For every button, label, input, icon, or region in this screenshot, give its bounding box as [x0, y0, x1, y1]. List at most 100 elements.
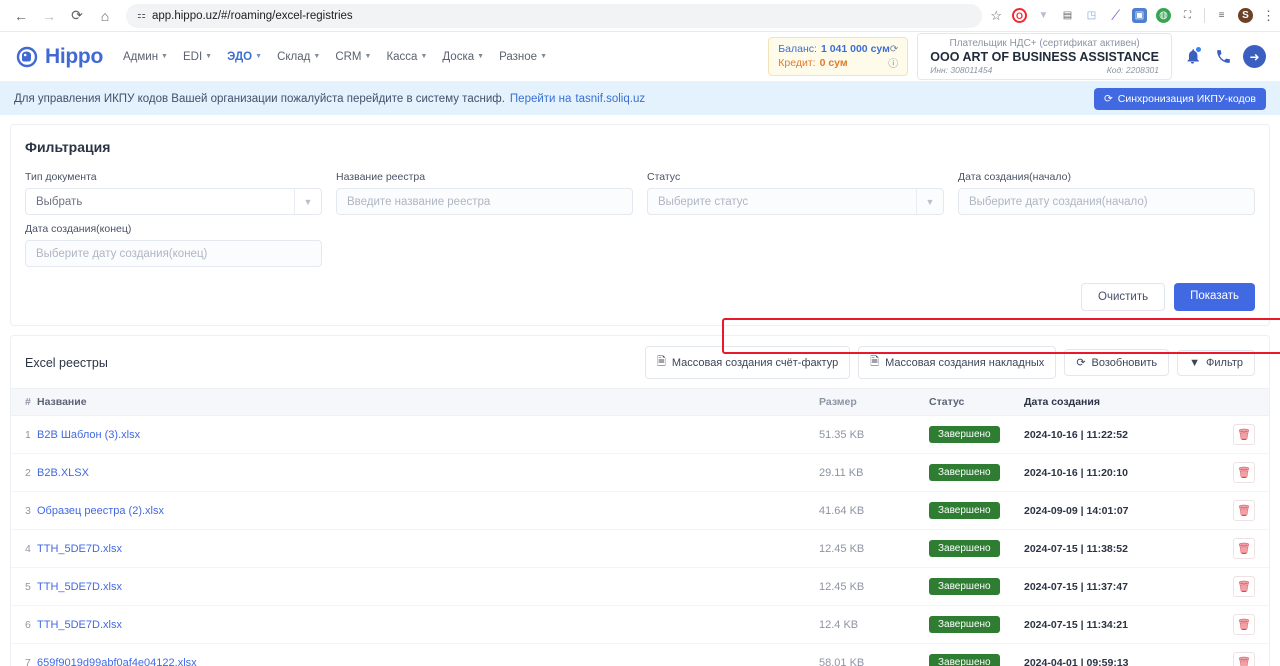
row-file-name[interactable]: TTH_5DE7D.xlsx: [37, 529, 819, 568]
status-badge: Завершено: [929, 540, 1000, 557]
show-button[interactable]: Показать: [1174, 283, 1255, 311]
image-icon[interactable]: ▤: [1060, 8, 1075, 23]
row-size: 12.45 KB: [819, 567, 929, 606]
puzzle-icon[interactable]: ⛶: [1180, 8, 1195, 23]
row-file-name[interactable]: B2B.XLSX: [37, 453, 819, 492]
row-date: 2024-07-15 | 11:37:47: [1024, 567, 1209, 606]
nav-item-sklad[interactable]: Склад ▼: [277, 51, 320, 63]
table-title: Excel реестры: [25, 355, 108, 370]
filter-label: Дата создания(конец): [25, 223, 132, 235]
filter-label: Дата создания(начало): [958, 171, 1071, 183]
bulk-create-invoices-button[interactable]: 🗎 Массовая создания счёт-фактур: [644, 346, 851, 379]
nav-item-doska[interactable]: Доска ▼: [442, 51, 484, 63]
nav-label: Админ: [122, 50, 159, 63]
nav-item-raznoe[interactable]: Разное ▼: [499, 51, 547, 63]
company-ids: Инн: 308011454 Код: 2208301: [930, 65, 1159, 75]
row-number: 7: [11, 643, 37, 666]
opera-icon[interactable]: O: [1012, 8, 1027, 23]
chevron-down-icon: ▼: [540, 53, 547, 60]
address-bar[interactable]: ⚏ app.hippo.uz/#/roaming/excel-registrie…: [126, 3, 983, 28]
filter-button[interactable]: ▼ Фильтр: [1177, 349, 1255, 376]
table-row[interactable]: 2 B2B.XLSX 29.11 KB Завершено 2024-10-16 | 1…: [11, 453, 1269, 492]
support-phone-icon[interactable]: [1212, 46, 1234, 68]
status-select[interactable]: Выберите статус ▼: [647, 188, 944, 215]
row-number: 6: [11, 605, 37, 644]
table-row[interactable]: 1 B2B Шаблон (3).xlsx 51.35 KB Завершено 202…: [11, 415, 1269, 454]
table-row[interactable]: 6 TTH_5DE7D.xlsx 12.4 KB Завершено 2024-07-1…: [11, 605, 1269, 644]
delete-row-button[interactable]: 🗑: [1233, 462, 1255, 483]
note-icon[interactable]: ◳: [1084, 8, 1099, 23]
reading-list-icon[interactable]: ≡: [1214, 8, 1229, 23]
nav-item-edi[interactable]: EDI ▼: [183, 51, 212, 63]
logout-button[interactable]: ➜: [1243, 45, 1266, 68]
col-size: Размер: [819, 388, 929, 416]
registry-name-input[interactable]: Введите название реестра: [336, 188, 633, 215]
row-file-name[interactable]: B2B Шаблон (3).xlsx: [37, 415, 819, 454]
button-label: Фильтр: [1206, 356, 1243, 369]
delete-row-button[interactable]: 🗑: [1233, 538, 1255, 559]
balance-card[interactable]: Баланс: 1 041 000 сум ⟳ Кредит: 0 сум ⓘ: [768, 37, 909, 76]
resume-button[interactable]: ⟳ Возобновить: [1064, 349, 1170, 376]
bookmark-star-icon[interactable]: ☆: [990, 8, 1002, 24]
nav-label: EDI: [182, 50, 203, 63]
sync-ikpu-button[interactable]: ⟳ Синхронизация ИКПУ-кодов: [1093, 87, 1266, 110]
row-size: 41.64 KB: [819, 491, 929, 530]
filter-label: Статус: [647, 171, 681, 183]
hippo-logo-icon: [16, 46, 38, 67]
back-icon[interactable]: ←: [8, 3, 34, 29]
translate-icon[interactable]: ▣: [1132, 8, 1147, 23]
tasnif-link[interactable]: tasnif.soliq.uz: [575, 93, 645, 105]
app-logo[interactable]: Hippo: [14, 44, 103, 70]
chevron-down-icon[interactable]: ▼: [294, 189, 321, 214]
doc-type-select[interactable]: Выбрать ▼: [25, 188, 322, 215]
row-file-name[interactable]: TTH_5DE7D.xlsx: [37, 605, 819, 644]
row-file-name[interactable]: TTH_5DE7D.xlsx: [37, 567, 819, 606]
pen-icon[interactable]: ╱: [1107, 7, 1124, 24]
globe-icon[interactable]: ◍: [1156, 8, 1171, 23]
date-start-input[interactable]: Выберите дату создания(начало): [958, 188, 1255, 215]
forward-icon[interactable]: →: [36, 3, 62, 29]
balance-label: Баланс:: [778, 43, 817, 55]
clear-button[interactable]: Очистить: [1081, 283, 1166, 311]
delete-row-button[interactable]: 🗑: [1233, 614, 1255, 635]
delete-row-button[interactable]: 🗑: [1233, 576, 1255, 597]
filter-doc-type: Тип документа Выбрать ▼: [25, 171, 322, 215]
funnel-icon[interactable]: ▼: [1036, 8, 1051, 23]
row-file-name[interactable]: 659f9019d99abf0af4e04122.xlsx: [37, 643, 819, 666]
profile-avatar[interactable]: S: [1238, 8, 1253, 23]
nav-item-kassa[interactable]: Касса ▼: [386, 51, 427, 63]
table-row[interactable]: 4 TTH_5DE7D.xlsx 12.45 KB Завершено 2024-07-…: [11, 529, 1269, 568]
balance-value: 1 041 000 сум: [820, 43, 890, 55]
home-icon[interactable]: ⌂: [92, 3, 118, 29]
table-row[interactable]: 7 659f9019d99abf0af4e04122.xlsx 58.01 KB За…: [11, 643, 1269, 666]
reload-icon[interactable]: ⟳: [64, 3, 90, 29]
credit-value: 0 сум: [819, 56, 848, 69]
chevron-down-icon: ▼: [161, 53, 168, 60]
bulk-create-waybills-button[interactable]: 🗎 Массовая создания накладных: [858, 346, 1057, 379]
nav-item-admin[interactable]: Админ ▼: [123, 51, 168, 63]
row-date: 2024-04-01 | 09:59:13: [1024, 643, 1209, 666]
row-status: Завершено: [929, 453, 1024, 492]
site-settings-icon[interactable]: ⚏: [137, 10, 146, 21]
row-file-name[interactable]: Образец реестра (2).xlsx: [37, 491, 819, 530]
chevron-down-icon[interactable]: ▼: [916, 189, 943, 214]
notifications-bell-icon[interactable]: [1181, 45, 1203, 68]
nav-item-edo[interactable]: ЭДО ▼: [227, 51, 262, 63]
browser-menu-icon[interactable]: ⋮: [1262, 8, 1275, 24]
delete-row-button[interactable]: 🗑: [1233, 500, 1255, 521]
table-row[interactable]: 5 TTH_5DE7D.xlsx 12.45 KB Завершено 2024-07-…: [11, 567, 1269, 606]
info-icon[interactable]: ⓘ: [888, 55, 898, 70]
nav-label: Склад: [277, 50, 311, 63]
refresh-balance-icon[interactable]: ⟳: [890, 44, 898, 55]
nav-item-crm[interactable]: CRM ▼: [335, 51, 371, 63]
filter-label: Тип документа: [25, 171, 97, 183]
table-row[interactable]: 3 Образец реестра (2).xlsx 41.64 KB Заверше…: [11, 491, 1269, 530]
date-end-input[interactable]: Выберите дату создания(конец): [25, 240, 322, 267]
row-status: Завершено: [929, 605, 1024, 644]
delete-row-button[interactable]: 🗑: [1233, 652, 1255, 666]
filter-title: Фильтрация: [25, 139, 111, 155]
row-actions: 🗑: [1209, 453, 1269, 492]
company-inn: Инн: 308011454: [930, 65, 993, 75]
filter-date-start: Дата создания(начало) Выберите дату созд…: [958, 171, 1255, 215]
delete-row-button[interactable]: 🗑: [1233, 424, 1255, 445]
